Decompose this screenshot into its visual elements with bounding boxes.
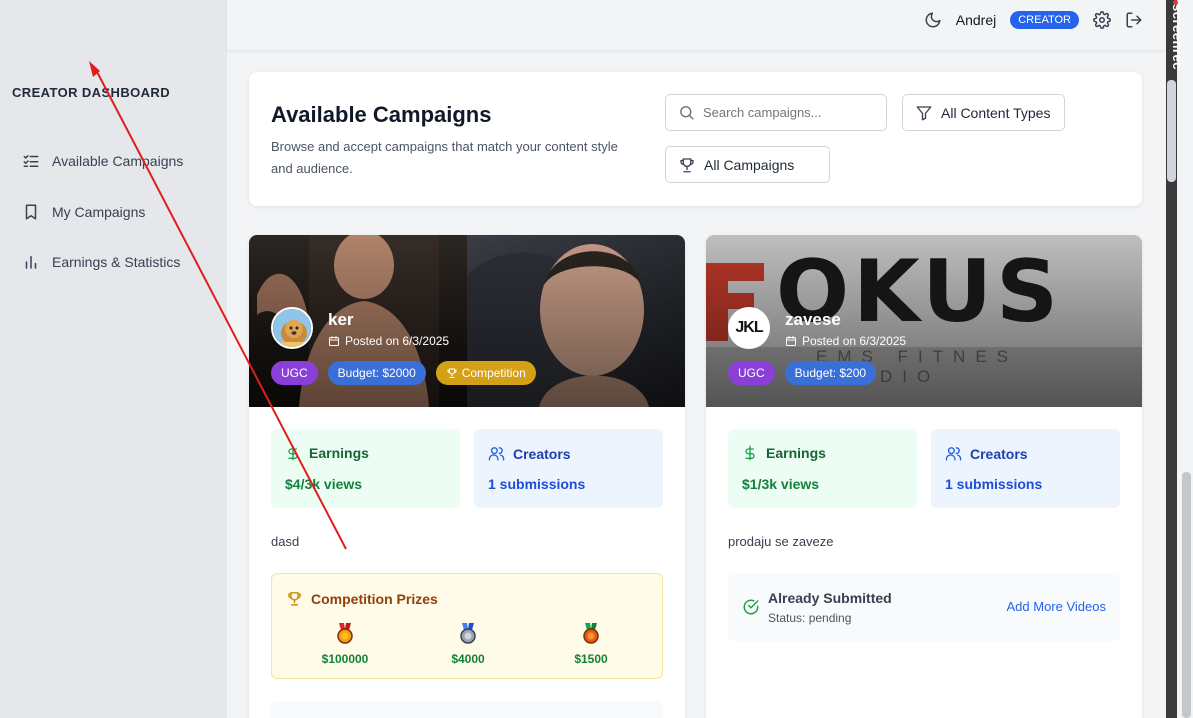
content-type-filter-label: All Content Types <box>941 104 1051 121</box>
content-type-badge: UGC <box>271 361 318 385</box>
earnings-stat: Earnings $1/3k views <box>728 429 917 508</box>
posted-date-text: Posted on 6/3/2025 <box>802 334 907 348</box>
calendar-icon <box>329 336 339 346</box>
campaigns-header-card: Available Campaigns Browse and accept ca… <box>249 72 1142 206</box>
users-icon <box>945 447 962 461</box>
bar-chart-icon <box>25 256 37 269</box>
search-box <box>665 94 887 131</box>
content-type-badge: UGC <box>728 361 775 385</box>
users-icon <box>488 447 505 461</box>
dollar-icon <box>288 445 298 461</box>
page-subtitle: Browse and accept campaigns that match y… <box>271 139 618 176</box>
creators-value: 1 submissions <box>488 476 586 492</box>
budget-badge: Budget: $2000 <box>327 361 426 385</box>
campaign-type-filter[interactable]: All Campaigns <box>665 146 830 183</box>
search-input[interactable] <box>703 105 873 120</box>
prize-amount: $4000 <box>451 652 485 666</box>
creators-label: Creators <box>513 445 571 462</box>
submission-status-box: Already Submitted Status: pending Add Mo… <box>728 573 1120 641</box>
creators-stat: Creators 1 submissions <box>931 429 1120 508</box>
recorder-label: screenrec <box>1170 4 1185 70</box>
competition-badge-label: Competition <box>461 366 526 380</box>
silver-medal-icon <box>460 623 476 644</box>
calendar-icon <box>786 336 796 346</box>
gold-medal-icon <box>337 623 353 644</box>
campaign-card[interactable]: OKUS EMS FITNES STUDIO JKL zavese Posted… <box>706 235 1142 718</box>
campaign-name: zavese <box>785 310 841 329</box>
filter-icon <box>916 105 932 120</box>
check-circle-icon <box>743 599 759 615</box>
earnings-label: Earnings <box>309 445 369 461</box>
campaign-description: prodaju se zaveze <box>728 534 834 549</box>
earnings-value: $4/3k views <box>285 476 363 492</box>
sidebar-title: CREATOR DASHBOARD <box>12 85 170 100</box>
search-icon <box>680 106 694 120</box>
gear-icon[interactable] <box>1093 11 1111 29</box>
campaign-description: dasd <box>271 534 300 549</box>
add-more-videos-link[interactable]: Add More Videos <box>1007 599 1107 614</box>
creators-label: Creators <box>970 445 1028 462</box>
dollar-icon <box>745 445 755 461</box>
list-checks-icon <box>23 155 39 167</box>
campaign-card[interactable]: ker Posted on 6/3/2025 UGC Budget: $2000… <box>249 235 685 718</box>
earnings-label: Earnings <box>766 445 826 461</box>
earnings-value: $1/3k views <box>742 476 820 492</box>
earnings-stat: Earnings $4/3k views <box>271 429 460 508</box>
bronze-medal-icon <box>583 623 599 644</box>
role-badge: CREATOR <box>1010 11 1079 29</box>
prize-first: $100000 <box>305 622 385 666</box>
competition-prizes: Competition Prizes $100000 $4000 $1500 <box>271 573 663 679</box>
campaign-posted-date: Posted on 6/3/2025 <box>785 334 906 348</box>
page-scrollbar-thumb[interactable] <box>1182 472 1191 718</box>
trophy-icon <box>288 592 301 606</box>
content-type-filter[interactable]: All Content Types <box>902 94 1065 131</box>
campaign-hero: OKUS EMS FITNES STUDIO JKL zavese Posted… <box>706 235 1142 407</box>
sidebar-item-label: Available Campaigns <box>52 153 184 169</box>
campaign-posted-date: Posted on 6/3/2025 <box>328 334 449 348</box>
scrollbar-thumb[interactable] <box>1167 80 1176 182</box>
trophy-icon <box>447 368 457 378</box>
brand-avatar <box>271 307 313 349</box>
creators-stat: Creators 1 submissions <box>474 429 663 508</box>
prize-amount: $1500 <box>574 652 608 666</box>
trophy-icon <box>680 157 694 172</box>
campaign-hero: ker Posted on 6/3/2025 UGC Budget: $2000… <box>249 235 685 407</box>
campaign-type-filter-label: All Campaigns <box>704 156 795 173</box>
prizes-title: Competition Prizes <box>311 590 438 607</box>
top-bar: Andrej CREATOR <box>227 0 1165 51</box>
brand-avatar: JKL <box>728 307 770 349</box>
submitted-title: Already Submitted <box>768 590 892 606</box>
prize-amount: $100000 <box>321 652 369 666</box>
posted-date-text: Posted on 6/3/2025 <box>345 334 450 348</box>
submission-status: Status: pending <box>768 611 852 625</box>
prize-second: $4000 <box>428 622 508 666</box>
sidebar-item-label: Earnings & Statistics <box>52 254 181 270</box>
creators-value: 1 submissions <box>945 476 1043 492</box>
sidebar: CREATOR DASHBOARD Available Campaigns My… <box>0 0 227 718</box>
budget-badge: Budget: $200 <box>784 361 877 385</box>
sidebar-item-my-campaigns[interactable]: My Campaigns <box>22 203 145 221</box>
brand-avatar-text: JKL <box>735 319 763 336</box>
campaign-name: ker <box>328 310 354 329</box>
competition-badge: Competition <box>435 361 536 385</box>
sidebar-item-earnings-statistics[interactable]: Earnings & Statistics <box>22 253 180 271</box>
moon-icon[interactable] <box>924 11 942 29</box>
page-title: Available Campaigns <box>271 102 492 127</box>
logout-icon[interactable] <box>1125 11 1143 29</box>
sidebar-item-available-campaigns[interactable]: Available Campaigns <box>22 152 183 170</box>
username: Andrej <box>955 12 997 28</box>
card-footer-section <box>271 701 663 718</box>
bookmark-icon <box>25 204 37 220</box>
sidebar-item-label: My Campaigns <box>52 204 146 220</box>
prize-third: $1500 <box>551 622 631 666</box>
